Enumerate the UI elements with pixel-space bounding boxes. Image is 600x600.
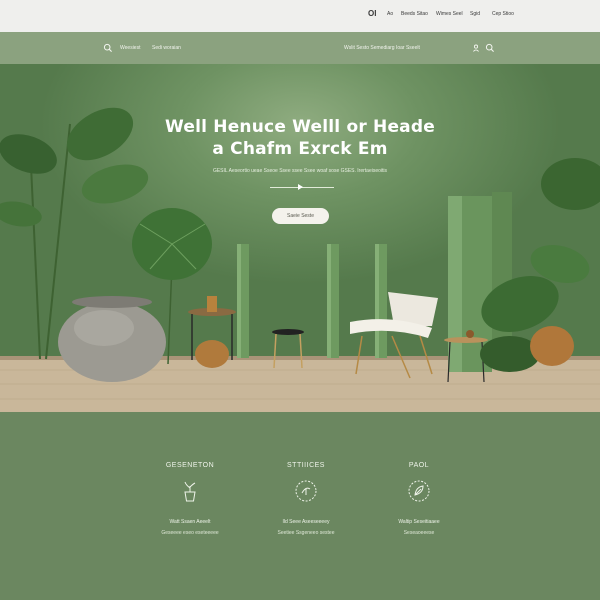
main-nav: Weesiest Sedi woraian Wslit Sesto Semedi…	[0, 32, 600, 64]
top-link-3[interactable]: Wimes Seel	[436, 11, 463, 17]
search-icon[interactable]	[103, 43, 113, 53]
features-section: GESENETON Watt Ssaen Aeeelt Geseeee eseo…	[0, 412, 600, 600]
hero-title-line-1: Well Henuce Welll or Heade	[165, 117, 435, 137]
top-link-5[interactable]: Cep Stioo	[492, 11, 514, 17]
search-icon[interactable]	[485, 43, 495, 53]
nav-right-text[interactable]: Wslit Sesto Semediarg Ioar Sseelt	[344, 45, 420, 51]
feature-text-line-2: Seseaoeeese	[403, 530, 435, 536]
hero-section: Well Henuce Welll or Heade a Chafm Exrck…	[0, 64, 600, 412]
play-icon[interactable]	[298, 184, 303, 190]
top-link-4[interactable]: Sgid	[470, 11, 480, 17]
feature-text-line-1: Waltip Seseitiaaee	[398, 519, 440, 525]
hero-title-line-2: a Chafm Exrck Em	[212, 139, 388, 159]
hero-cta-button[interactable]: Saeie Seste	[272, 208, 329, 224]
logo[interactable]: OI	[368, 9, 376, 18]
hero-subtitle: GESIL Aeseortio ueae Sseoe Ssee ssee Sse…	[212, 168, 388, 174]
feature-title: PAOL	[408, 462, 430, 469]
user-icon[interactable]	[471, 43, 481, 53]
top-link-1[interactable]: Ao	[387, 11, 393, 17]
nav-link-1[interactable]: Weesiest	[120, 45, 140, 51]
leaf-badge-icon	[408, 480, 430, 502]
top-bar: OI Ao Beeds Sitao Wimes Seel Sgid Cep St…	[0, 0, 600, 32]
plant-pot-icon	[184, 481, 196, 502]
top-link-2[interactable]: Beeds Sitao	[401, 11, 428, 17]
nav-link-2[interactable]: Sedi woraian	[152, 45, 181, 51]
plant-badge-icon	[295, 480, 317, 502]
